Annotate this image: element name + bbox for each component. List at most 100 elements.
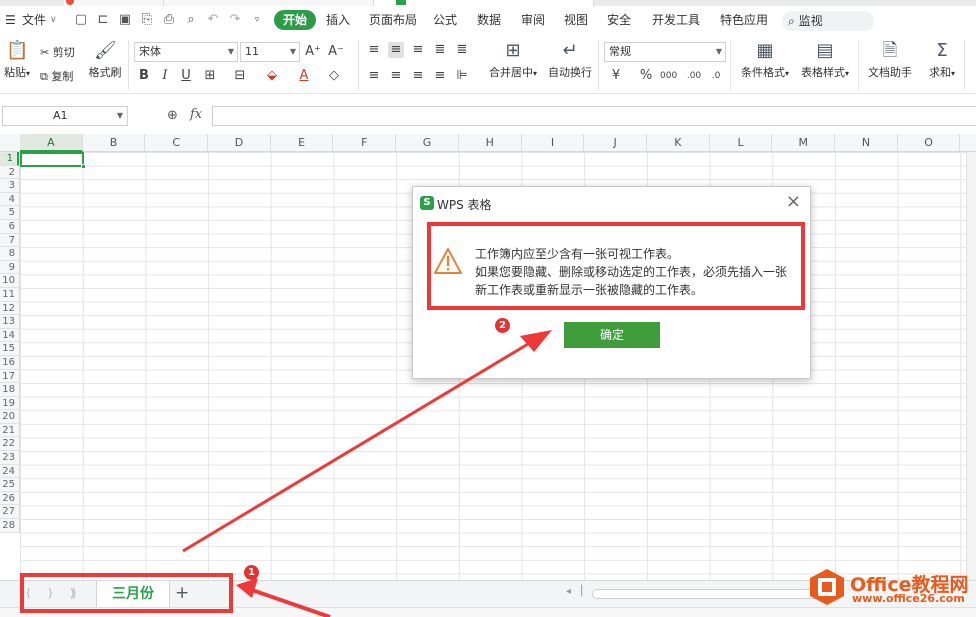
conditional-format-button[interactable]: ▦ 条件格式▾	[738, 40, 792, 80]
open-folder-icon[interactable]: ⊏	[96, 13, 110, 27]
currency-icon[interactable]: ¥	[608, 68, 624, 84]
tab-page-layout[interactable]: 页面布局	[369, 10, 417, 30]
tab-home[interactable]: 开始	[274, 10, 317, 30]
formula-input[interactable]	[212, 106, 976, 126]
row-header-11[interactable]: 11	[0, 288, 19, 302]
row-header-8[interactable]: 8	[0, 247, 19, 261]
row-header-25[interactable]: 25	[0, 478, 19, 492]
search-box[interactable]: ⌕ 监视	[782, 11, 874, 31]
row-header-24[interactable]: 24	[0, 465, 19, 479]
thousands-icon[interactable]: 000	[660, 68, 677, 84]
fx-icon[interactable]: fx	[190, 107, 202, 122]
scroll-left-icon[interactable]: ◂ ▕	[566, 586, 582, 597]
wrap-text-button[interactable]: ↵ 自动换行	[546, 40, 594, 80]
clear-format-icon[interactable]: ◇	[326, 68, 342, 84]
align-left-icon[interactable]: ≡	[366, 68, 382, 84]
align-center-icon[interactable]: ≡	[388, 68, 404, 84]
decrease-decimal-icon[interactable]: .0	[708, 68, 724, 84]
row-header-20[interactable]: 20	[0, 410, 19, 424]
align-top-icon[interactable]: ≡	[366, 42, 382, 58]
row-header-4[interactable]: 4	[0, 193, 19, 207]
tab-special-apps[interactable]: 特色应用	[720, 10, 768, 30]
doc-assistant-button[interactable]: 🗎 文档助手	[866, 40, 914, 80]
tab-security[interactable]: 安全	[607, 10, 631, 30]
row-header-13[interactable]: 13	[0, 315, 19, 329]
copy-button[interactable]: ⧉ 复制	[40, 68, 73, 84]
name-box[interactable]: A1 ▼	[2, 106, 128, 126]
justify-icon[interactable]: ≡	[432, 68, 448, 84]
row-header-14[interactable]: 14	[0, 329, 19, 343]
tab-formulas[interactable]: 公式	[433, 10, 457, 30]
row-header-28[interactable]: 28	[0, 519, 19, 533]
row-header-27[interactable]: 27	[0, 505, 19, 520]
indent-icon[interactable]: ≣	[454, 42, 470, 58]
customize-icon[interactable]: ▿	[250, 13, 264, 27]
close-icon[interactable]: ×	[786, 191, 801, 212]
new-file-icon[interactable]: ▢	[74, 13, 88, 27]
tab-data[interactable]: 数据	[477, 10, 501, 30]
tab-view[interactable]: 视图	[564, 10, 588, 30]
increase-font-icon[interactable]: A⁺	[305, 44, 321, 60]
font-name-select[interactable]: 宋体 ▼	[134, 42, 238, 62]
chevron-down-icon[interactable]: ∨	[50, 10, 57, 30]
merge-center-button[interactable]: ⊞ 合并居中▾	[484, 40, 542, 80]
column-header-j[interactable]: J	[584, 134, 647, 152]
percent-icon[interactable]: %	[638, 68, 654, 84]
column-header-i[interactable]: I	[522, 134, 585, 152]
column-header-n[interactable]: N	[835, 134, 898, 152]
distributed-icon[interactable]: ⊫	[454, 68, 470, 84]
column-header-a[interactable]: A	[20, 134, 83, 152]
ok-button[interactable]: 确定	[564, 322, 660, 348]
format-painter-button[interactable]: 🖌 格式刷	[86, 40, 124, 80]
row-header-6[interactable]: 6	[0, 220, 19, 234]
column-header-o[interactable]: O	[898, 134, 961, 152]
row-header-26[interactable]: 26	[0, 492, 19, 506]
row-header-19[interactable]: 19	[0, 397, 19, 411]
orientation-icon[interactable]: ≣	[432, 42, 448, 58]
number-format-select[interactable]: 常规 ▼	[604, 42, 726, 62]
tab-insert[interactable]: 插入	[326, 10, 350, 30]
column-header-c[interactable]: C	[145, 134, 209, 152]
row-header-5[interactable]: 5	[0, 206, 19, 220]
font-size-select[interactable]: 11 ▼	[240, 42, 300, 62]
row-header-3[interactable]: 3	[0, 179, 19, 193]
align-right-icon[interactable]: ≡	[410, 68, 426, 84]
row-header-10[interactable]: 10	[0, 274, 19, 288]
undo-icon[interactable]: ↶	[206, 13, 220, 27]
row-header-15[interactable]: 15	[0, 342, 19, 356]
row-header-23[interactable]: 23	[0, 451, 19, 465]
column-header-l[interactable]: L	[710, 134, 773, 152]
print-icon[interactable]: ⎙	[162, 13, 176, 27]
fill-pattern-icon[interactable]: ⊟	[232, 68, 248, 84]
table-style-button[interactable]: ▤ 表格样式▾	[798, 40, 852, 80]
print-preview-icon[interactable]: ⌕	[184, 13, 198, 27]
tab-developer[interactable]: 开发工具	[652, 10, 700, 30]
bold-icon[interactable]: B	[136, 68, 152, 84]
column-header-d[interactable]: D	[208, 134, 271, 152]
column-header-f[interactable]: F	[334, 134, 397, 152]
export-icon[interactable]: ⎘	[140, 13, 154, 27]
vertical-scrollbar[interactable]	[966, 152, 976, 580]
horizontal-scrollbar[interactable]: ◂ ▕	[566, 586, 846, 600]
increase-decimal-icon[interactable]: .00	[686, 68, 702, 84]
row-header-18[interactable]: 18	[0, 383, 19, 397]
border-icon[interactable]: ⊞	[202, 68, 218, 84]
column-header-h[interactable]: H	[459, 134, 522, 152]
row-header-16[interactable]: 16	[0, 356, 19, 370]
active-cell[interactable]	[20, 152, 86, 169]
row-header-22[interactable]: 22	[0, 437, 19, 452]
row-header-17[interactable]: 17	[0, 370, 19, 384]
column-header-m[interactable]: M	[772, 134, 836, 152]
font-color-icon[interactable]: A	[296, 68, 312, 84]
menu-file[interactable]: 文件	[22, 10, 46, 30]
row-header-1[interactable]: 1	[0, 152, 19, 166]
sum-button[interactable]: Σ 求和▾	[924, 40, 960, 80]
scroll-thumb[interactable]	[592, 589, 832, 599]
cut-button[interactable]: ✂ 剪切	[40, 44, 75, 60]
column-header-k[interactable]: K	[647, 134, 710, 152]
paste-button[interactable]: 📋 粘贴▾	[2, 40, 32, 80]
row-header-12[interactable]: 12	[0, 302, 19, 316]
tab-review[interactable]: 审阅	[521, 10, 545, 30]
redo-icon[interactable]: ↷	[228, 13, 242, 27]
row-header-9[interactable]: 9	[0, 261, 19, 275]
